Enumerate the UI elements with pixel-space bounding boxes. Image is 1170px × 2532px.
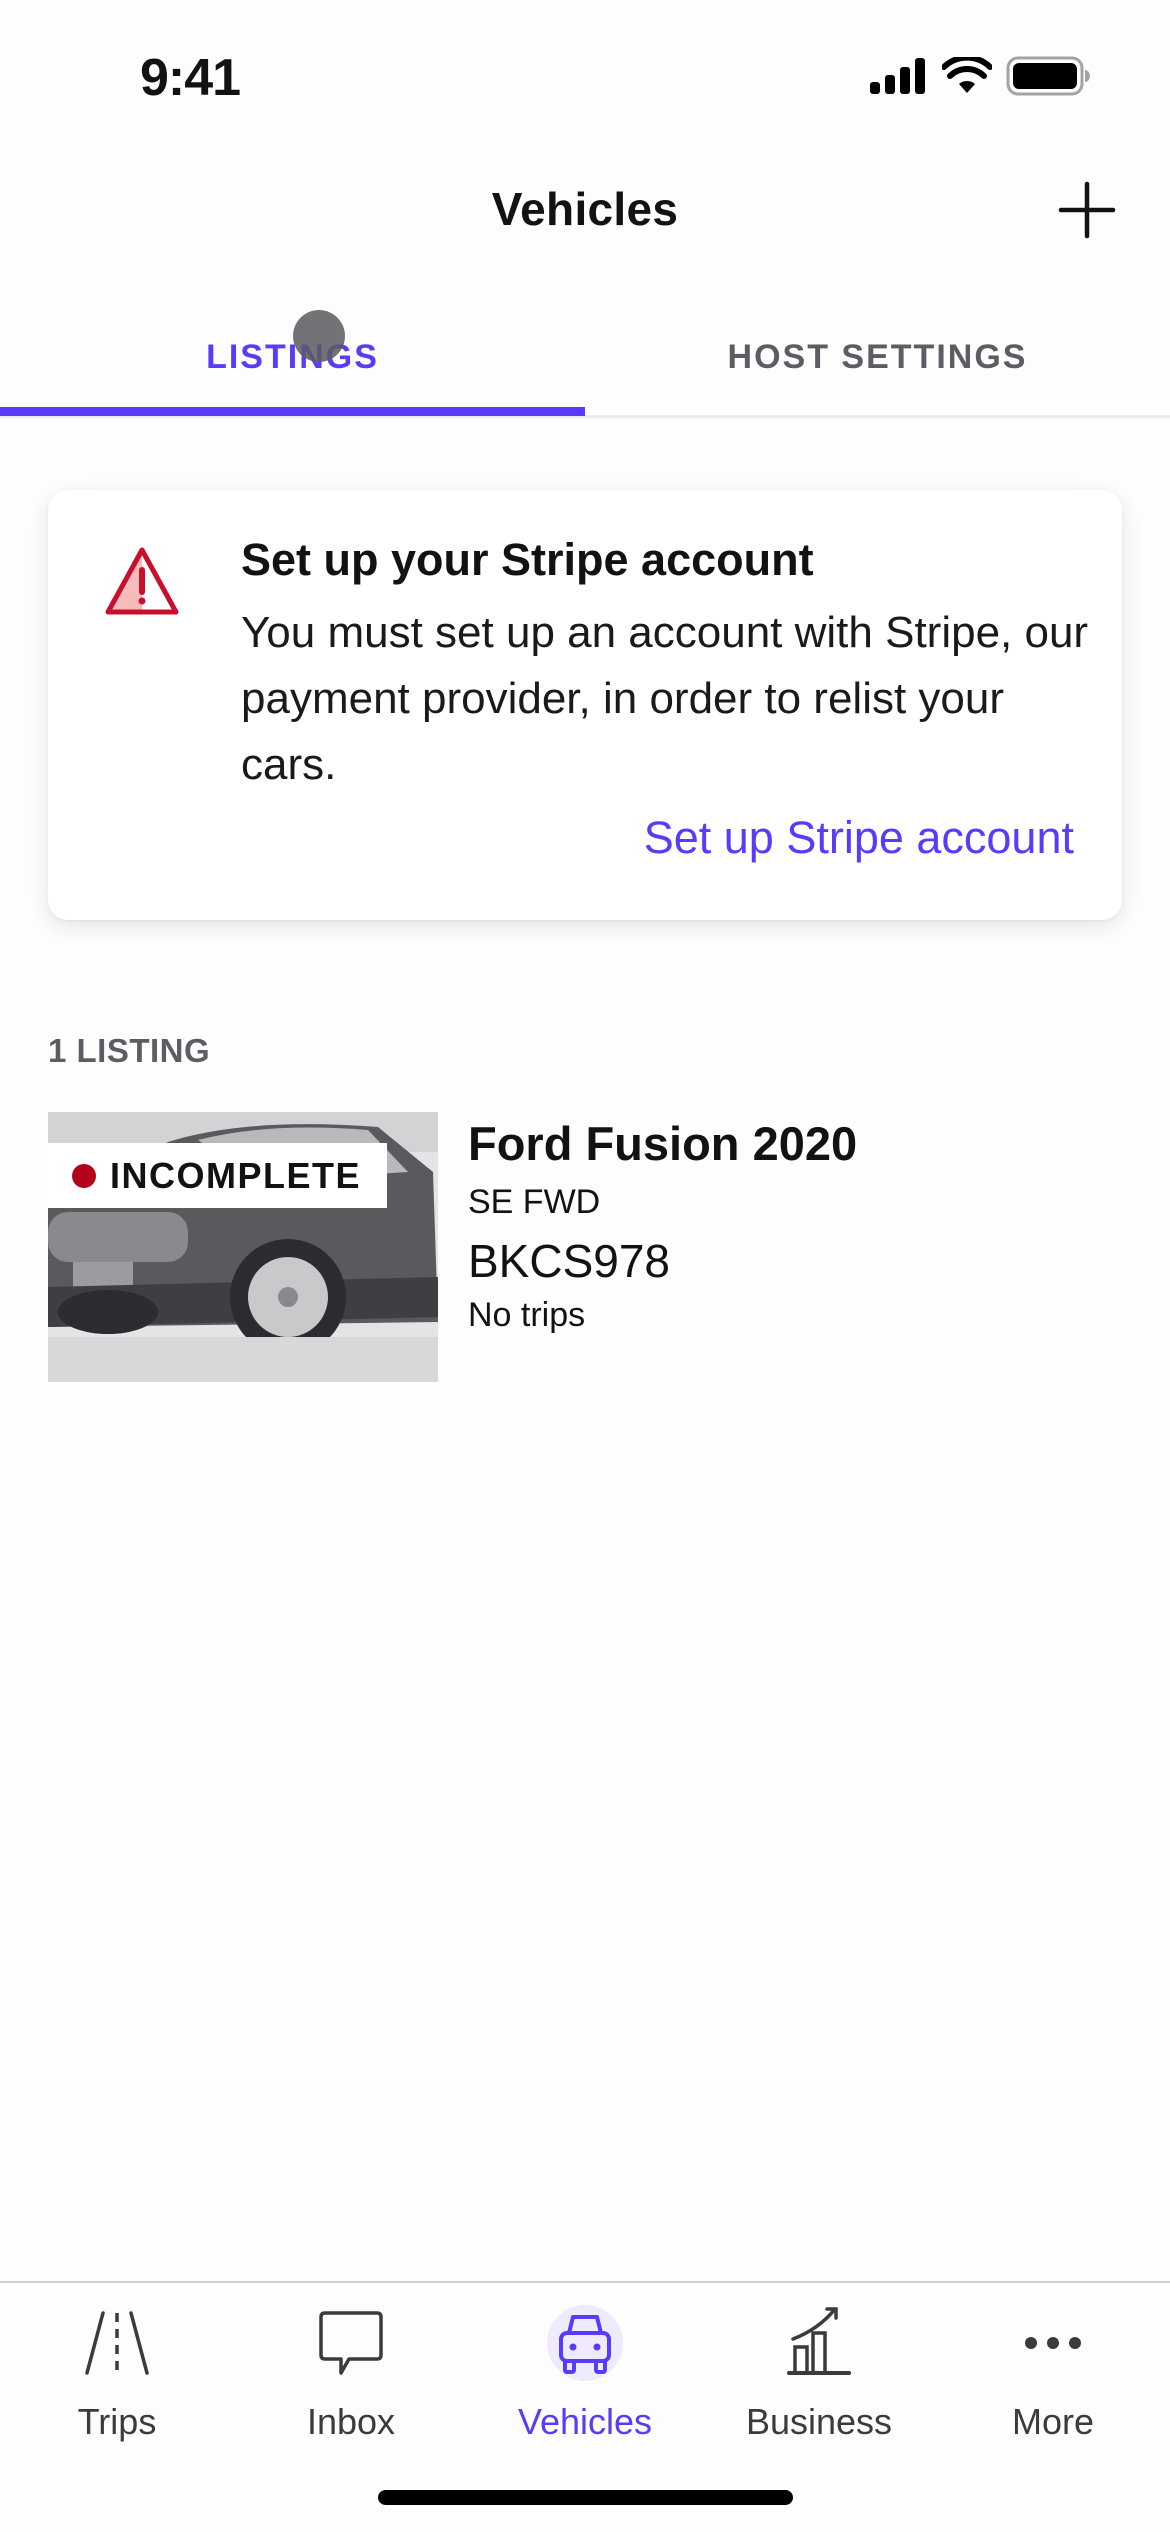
warning-triangle-icon <box>105 547 179 615</box>
listing-info: Ford Fusion 2020 SE FWD BKCS978 No trips <box>468 1112 857 1335</box>
road-icon <box>85 2311 149 2375</box>
vehicle-name: Ford Fusion 2020 <box>468 1117 858 1170</box>
status-time: 9:41 <box>140 49 241 107</box>
status-bar: 9:41 <box>0 0 1170 150</box>
stripe-alert-card: Set up your Stripe account You must set … <box>48 490 1122 920</box>
active-tab-indicator <box>0 407 585 416</box>
tab-bar-label: More <box>1011 2401 1095 2442</box>
status-badge: INCOMPLETE <box>48 1143 387 1208</box>
home-indicator[interactable] <box>378 2490 793 2505</box>
listing-item[interactable]: INCOMPLETE Ford Fusion 2020 SE FWD BKCS9… <box>48 1112 1122 1382</box>
tab-bar-label: Trips <box>77 2401 157 2442</box>
status-dot-icon <box>72 1163 96 1188</box>
nav-header: Vehicles <box>0 150 1170 270</box>
tab-bar-label: Inbox <box>306 2401 396 2442</box>
alert-title: Set up your Stripe account <box>241 534 814 585</box>
status-icons <box>870 56 1090 96</box>
tab-bar-item-business[interactable]: Business <box>702 2283 936 2453</box>
car-icon <box>547 2305 623 2381</box>
alert-body: You must set up an account with Stripe, … <box>241 608 1089 789</box>
vehicle-photo: INCOMPLETE <box>48 1112 438 1382</box>
vehicle-plate: BKCS978 <box>468 1235 671 1287</box>
tab-bar-item-vehicles[interactable]: Vehicles <box>468 2283 702 2453</box>
status-badge-label: INCOMPLETE <box>110 1154 362 1196</box>
add-vehicle-button[interactable] <box>1055 178 1119 242</box>
wifi-icon <box>942 57 992 93</box>
touch-indicator <box>293 310 345 362</box>
tab-bar-item-more[interactable]: More <box>936 2283 1170 2453</box>
tab-listings[interactable]: LISTINGS <box>0 300 585 415</box>
more-dots-icon <box>1025 2337 1081 2349</box>
tab-bar-item-inbox[interactable]: Inbox <box>234 2283 468 2453</box>
vehicle-trips: No trips <box>468 1296 586 1334</box>
chat-bubble-icon <box>319 2311 383 2375</box>
tab-bar-label: Business <box>745 2401 893 2442</box>
tab-bar-label: Vehicles <box>517 2401 653 2442</box>
chart-growth-icon <box>787 2307 851 2375</box>
listing-count: 1 LISTING <box>48 1032 211 1069</box>
battery-icon <box>1006 56 1090 96</box>
tab-host-settings[interactable]: HOST SETTINGS <box>585 300 1170 415</box>
signal-icon <box>870 58 925 94</box>
segmented-tabs: LISTINGS HOST SETTINGS <box>0 300 1170 418</box>
tab-bar-item-trips[interactable]: Trips <box>0 2283 234 2453</box>
plus-icon <box>1058 181 1116 239</box>
setup-stripe-link[interactable]: Set up Stripe account <box>644 812 1074 864</box>
page-title: Vehicles <box>491 183 679 235</box>
vehicle-trim: SE FWD <box>468 1183 601 1221</box>
